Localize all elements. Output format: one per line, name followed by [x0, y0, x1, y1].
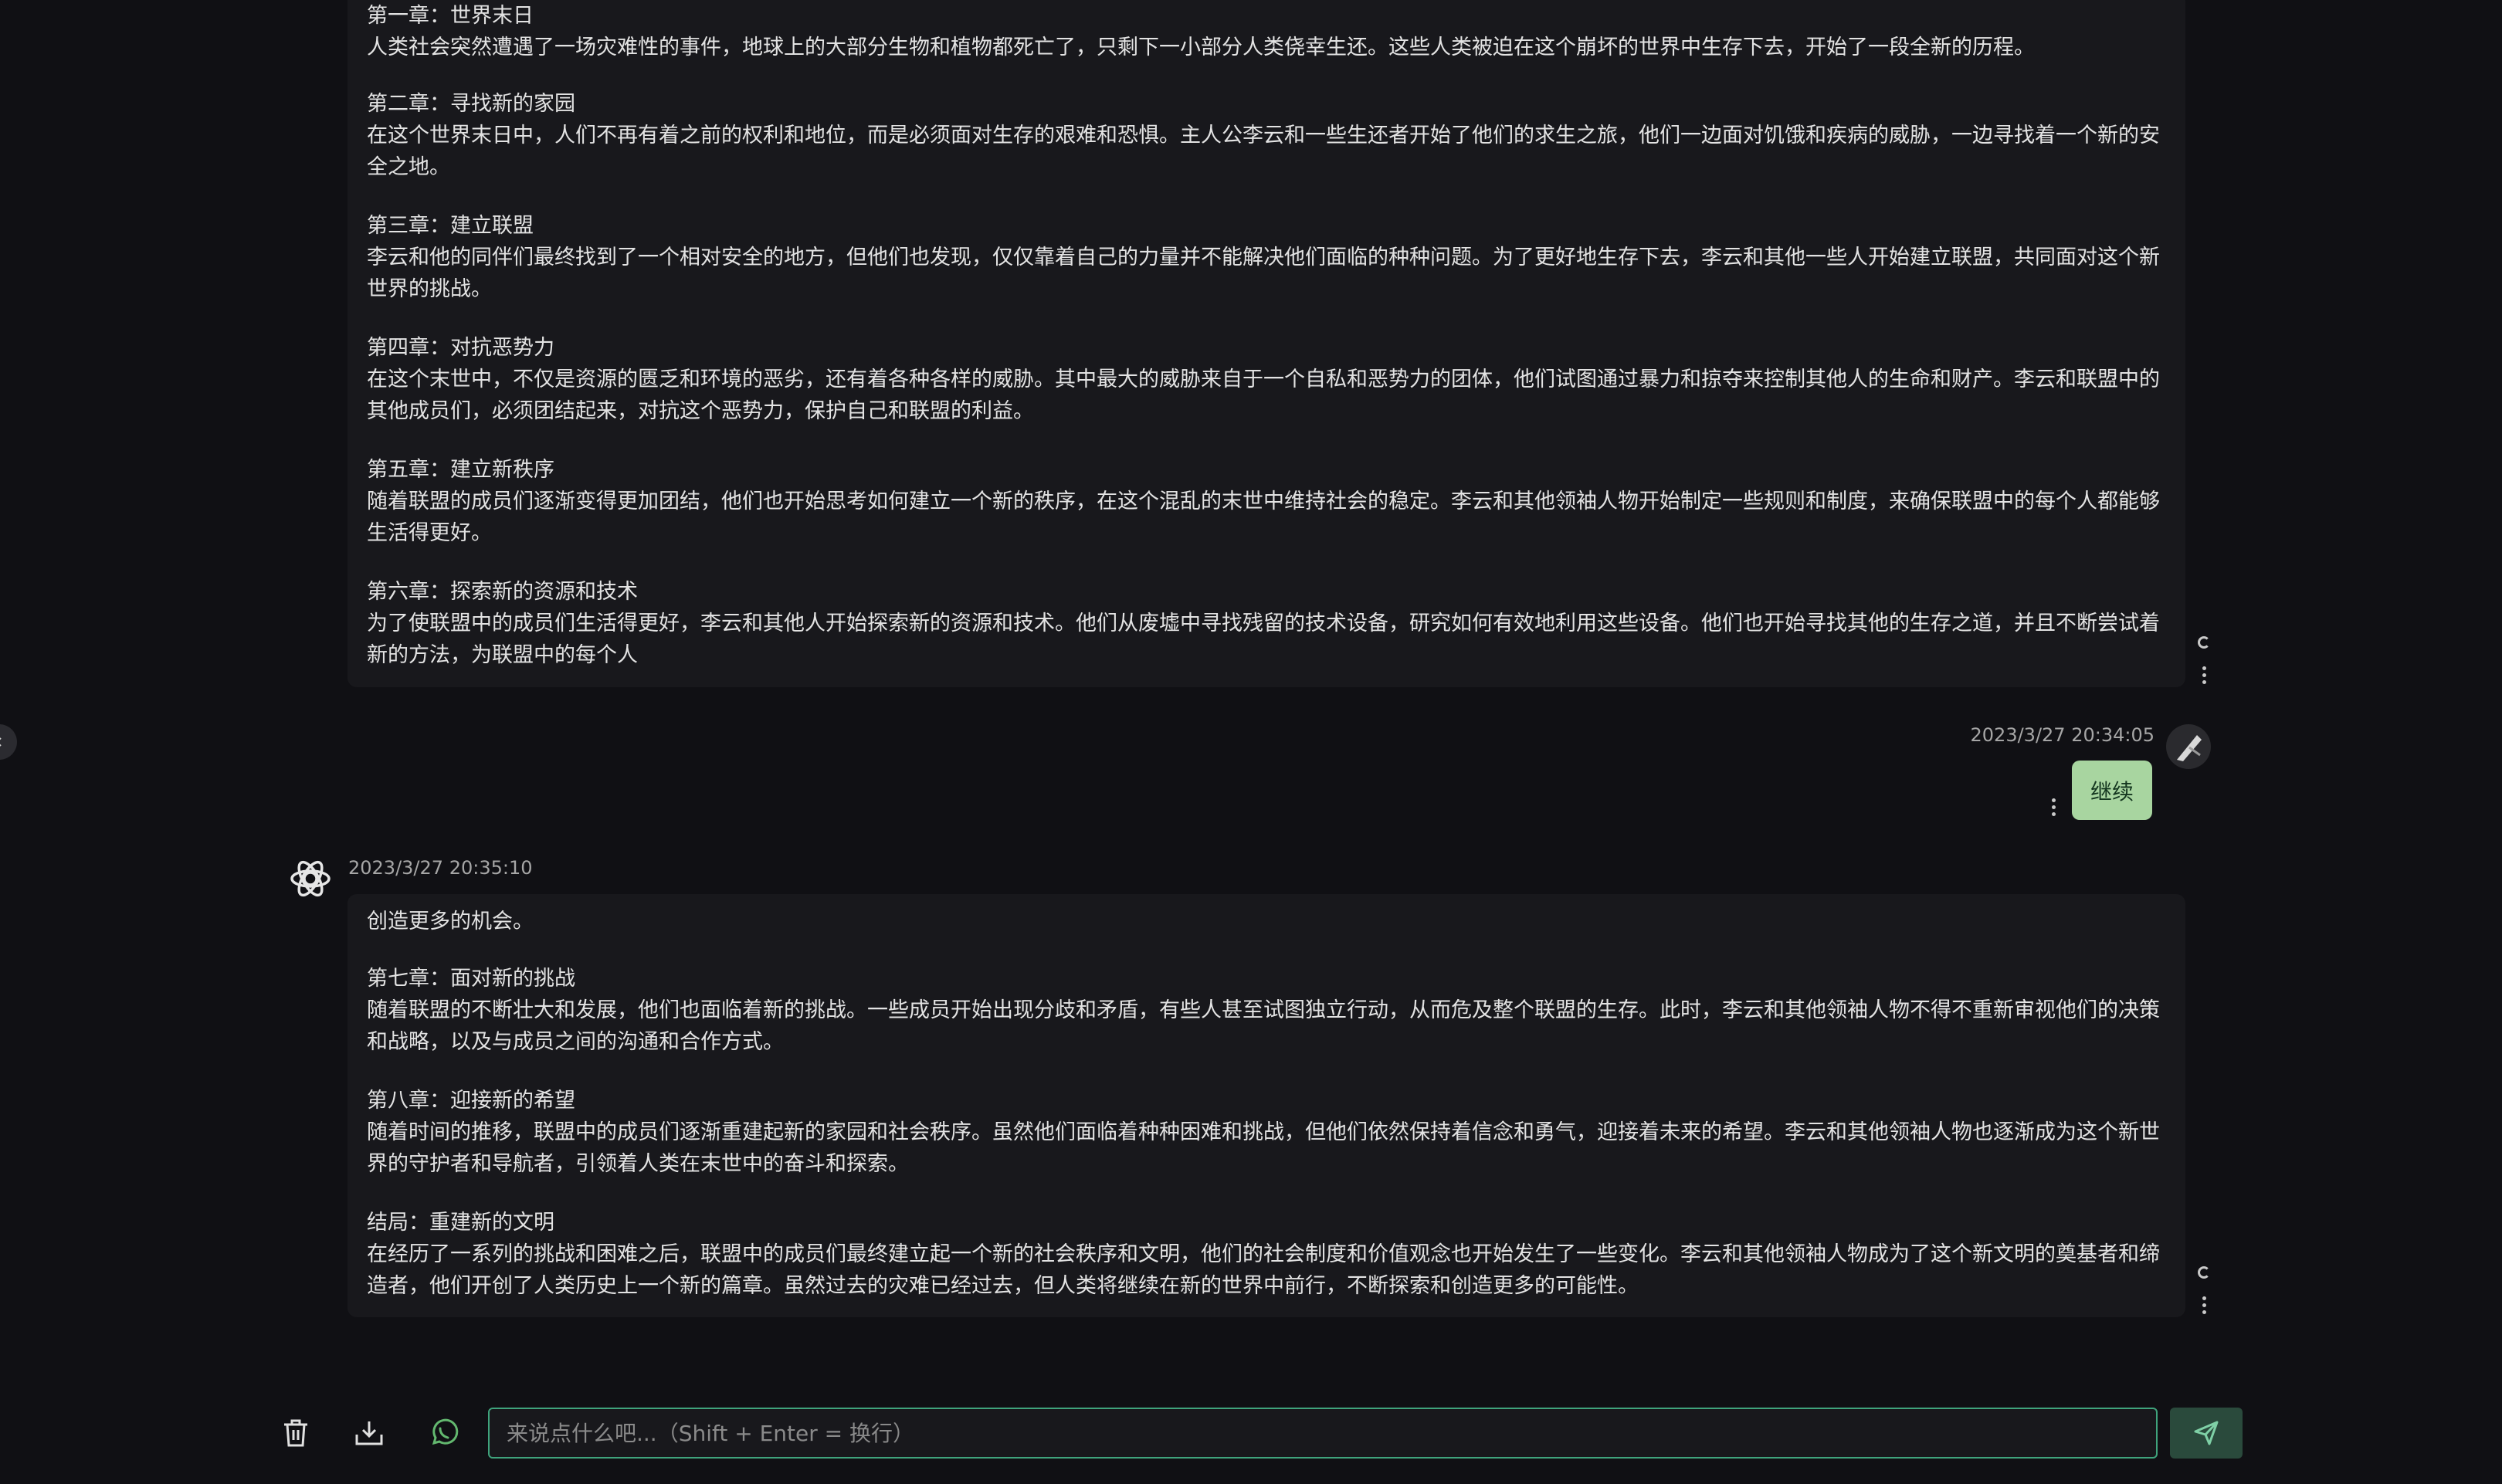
chat-mode-button[interactable]: [426, 1415, 462, 1451]
chapter-body: 李云和他的同伴们最终找到了一个相对安全的地方，但他们也发现，仅仅靠着自己的力量并…: [367, 246, 2160, 301]
sidebar-toggle-button[interactable]: [0, 724, 17, 760]
chevron-left-icon: [0, 737, 2, 747]
download-button[interactable]: [351, 1415, 387, 1451]
chapter-block: 第一章：世界末日 人类社会突然遭遇了一场灾难性的事件，地球上的大部分生物和植物都…: [367, 0, 2166, 63]
chapter-block: 第四章：对抗恶势力 在这个末世中，不仅是资源的匮乏和环境的恶劣，还有着各种各样的…: [367, 332, 2166, 427]
user-message-bubble: 继续: [2072, 761, 2152, 820]
chapter-title: 第七章：面对新的挑战: [367, 967, 575, 991]
refresh-icon: [2198, 636, 2210, 649]
chapter-title: 第二章：寻找新的家园: [367, 92, 575, 116]
chapter-title: 第四章：对抗恶势力: [367, 336, 554, 360]
refresh-icon: [2198, 1266, 2210, 1279]
chapter-title: 第三章：建立联盟: [367, 214, 534, 238]
chapter-title: 第八章：迎接新的希望: [367, 1089, 575, 1113]
chapter-block: 结局：重建新的文明 在经历了一系列的挑战和困难之后，联盟中的成员们最终建立起一个…: [367, 1207, 2166, 1302]
chat-input[interactable]: [488, 1408, 2158, 1459]
trash-icon: [284, 1419, 307, 1447]
chapter-body: 为了使联盟中的成员们生活得更好，李云和其他人开始探索新的资源和技术。他们从废墟中…: [367, 612, 2160, 667]
message-timestamp: 2023/3/27 20:34:05: [1970, 724, 2154, 746]
assistant-avatar: [287, 856, 334, 902]
regenerate-button[interactable]: [2192, 1260, 2216, 1285]
chapter-title: 结局：重建新的文明: [367, 1211, 554, 1235]
message-menu-button[interactable]: [2192, 1293, 2216, 1317]
send-button[interactable]: [2170, 1408, 2243, 1459]
chapter-block: 第八章：迎接新的希望 随着时间的推移，联盟中的成员们逐渐重建起新的家园和社会秩序…: [367, 1085, 2166, 1180]
chapter-title: 第六章：探索新的资源和技术: [367, 580, 638, 604]
chapter-block: 第二章：寻找新的家园 在这个世界末日中，人们不再有着之前的权利和地位，而是必须面…: [367, 88, 2166, 183]
chapter-block: 第三章：建立联盟 李云和他的同伴们最终找到了一个相对安全的地方，但他们也发现，仅…: [367, 210, 2166, 305]
download-icon: [355, 1421, 383, 1445]
chapter-block: 第五章：建立新秩序 随着联盟的成员们逐渐变得更加团结，他们也开始思考如何建立一个…: [367, 454, 2166, 549]
chapter-block: 第七章：面对新的挑战 随着联盟的不断壮大和发展，他们也面临着新的挑战。一些成员开…: [367, 963, 2166, 1058]
clear-chat-button[interactable]: [278, 1415, 314, 1451]
user-avatar: [2166, 724, 2211, 769]
chapter-body: 随着联盟的成员们逐渐变得更加团结，他们也开始思考如何建立一个新的秩序，在这个混乱…: [367, 490, 2160, 545]
whatsapp-icon: [432, 1418, 459, 1445]
chapter-title: 第五章：建立新秩序: [367, 458, 554, 482]
send-icon: [2194, 1421, 2219, 1445]
openai-logo-icon: [290, 860, 331, 897]
message-menu-button[interactable]: [2042, 795, 2065, 818]
chapter-body: 随着联盟的不断壮大和发展，他们也面临着新的挑战。一些成员开始出现分歧和矛盾，有些…: [367, 998, 2160, 1054]
chapter-body: 在这个末世中，不仅是资源的匮乏和环境的恶劣，还有着各种各样的威胁。其中最大的威胁…: [367, 368, 2160, 423]
more-vertical-icon: [2202, 666, 2206, 684]
message-intro-text: 创造更多的机会。: [367, 910, 534, 933]
chapter-body: 人类社会突然遭遇了一场灾难性的事件，地球上的大部分生物和植物都死亡了，只剩下一小…: [367, 36, 2035, 59]
chapter-block: 第六章：探索新的资源和技术 为了使联盟中的成员们生活得更好，李云和其他人开始探索…: [367, 576, 2166, 671]
chapter-title: 第一章：世界末日: [367, 4, 534, 28]
message-timestamp: 2023/3/27 20:35:10: [348, 857, 533, 879]
chapter-body: 在这个世界末日中，人们不再有着之前的权利和地位，而是必须面对生存的艰难和恐惧。主…: [367, 124, 2160, 179]
message-menu-button[interactable]: [2192, 662, 2216, 687]
regenerate-button[interactable]: [2192, 630, 2216, 655]
chapter-body: 在经历了一系列的挑战和困难之后，联盟中的成员们最终建立起一个新的社会秩序和文明，…: [367, 1242, 2160, 1298]
more-vertical-icon: [2202, 1296, 2206, 1314]
more-vertical-icon: [2051, 798, 2056, 816]
chapter-body: 随着时间的推移，联盟中的成员们逐渐重建起新的家园和社会秩序。虽然他们面临着种种困…: [367, 1120, 2160, 1176]
